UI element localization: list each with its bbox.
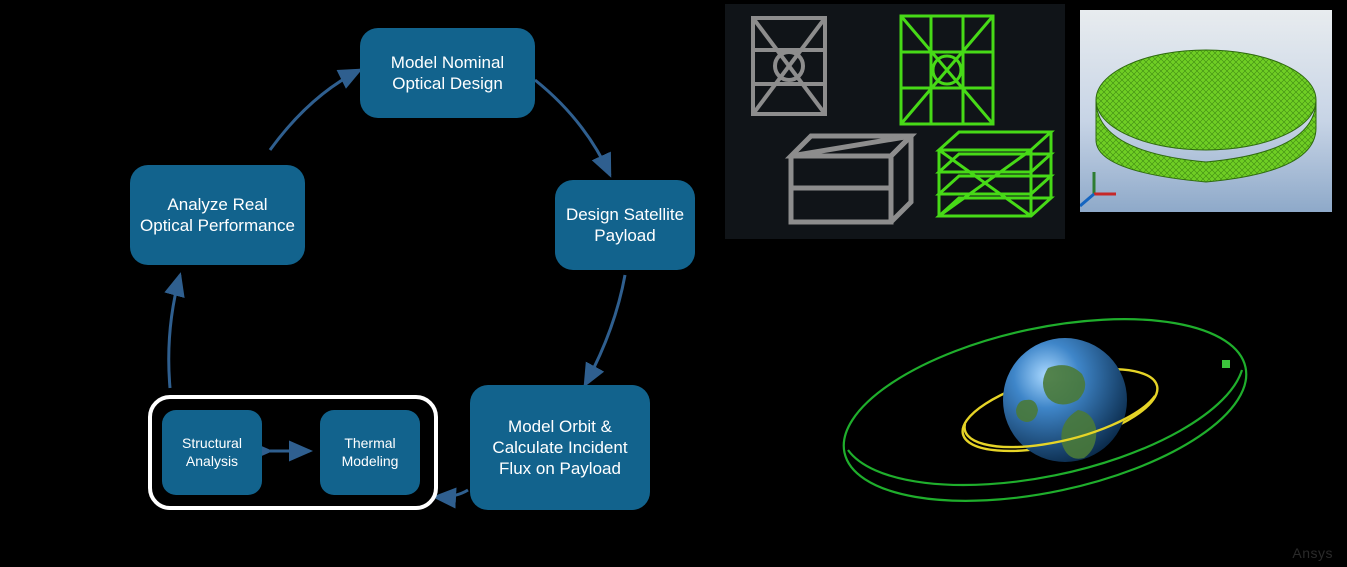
- node-analyze-real-optical: Analyze Real Optical Performance: [130, 165, 305, 265]
- mesh-lens-thumbnail: [1080, 10, 1332, 212]
- node-model-orbit-flux: Model Orbit & Calculate Incident Flux on…: [470, 385, 650, 510]
- node-design-satellite-payload: Design Satellite Payload: [555, 180, 695, 270]
- cad-thumbnails: [725, 4, 1065, 239]
- orbit-scene: [790, 260, 1310, 560]
- node-thermal-modeling: Thermal Modeling: [320, 410, 420, 495]
- node-structural-analysis: Structural Analysis: [162, 410, 262, 495]
- node-model-nominal-optical-design: Model Nominal Optical Design: [360, 28, 535, 118]
- watermark-ansys: Ansys: [1292, 545, 1333, 561]
